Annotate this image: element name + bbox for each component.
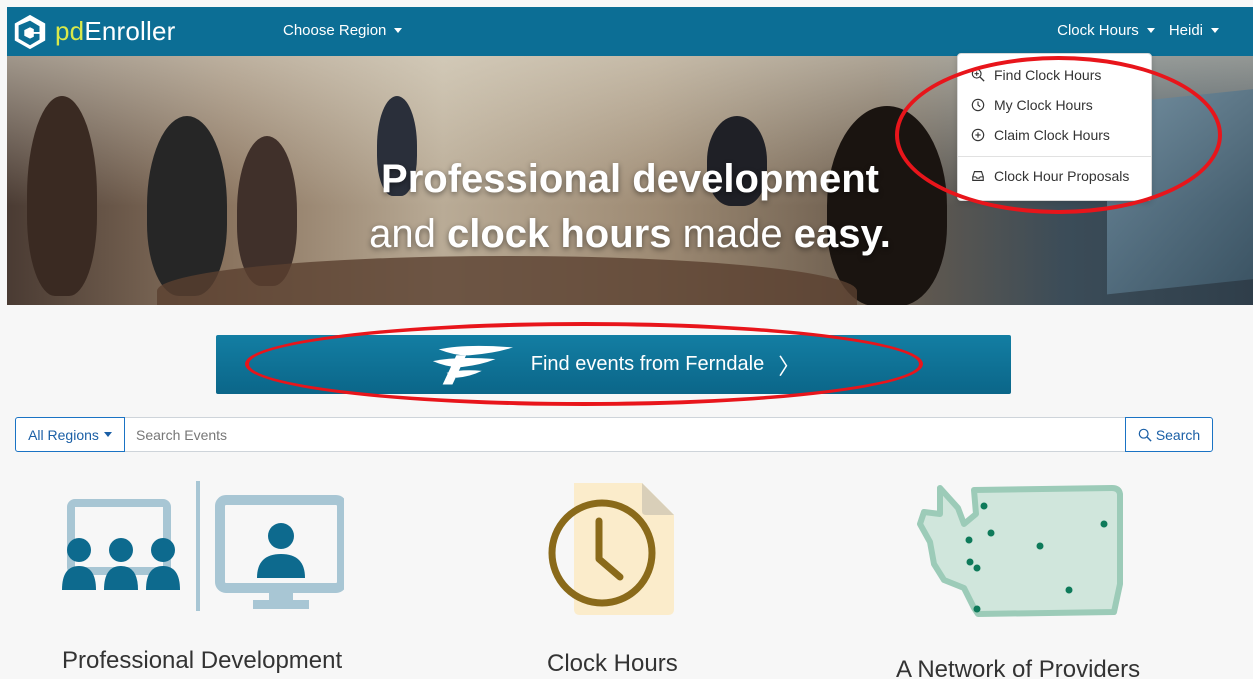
find-events-button[interactable]: Find events from Ferndale 〉 (216, 335, 1011, 394)
chevron-right-icon: 〉 (778, 353, 801, 379)
brand[interactable]: pdEnroller (11, 13, 176, 51)
clock-document-icon (548, 483, 674, 615)
dropdown-divider (958, 156, 1151, 157)
caret-down-icon (103, 432, 112, 437)
classroom-icon (62, 481, 344, 611)
clock-hours-menu[interactable]: Clock Hours (1057, 22, 1155, 39)
plus-circle-icon (971, 128, 985, 142)
page: Professional development and clock hours… (0, 0, 1253, 679)
menu-item-find-clock-hours[interactable]: Find Clock Hours (958, 60, 1151, 90)
feature-professional-development: Professional Development (62, 647, 343, 674)
user-menu[interactable]: Heidi (1169, 22, 1219, 39)
feature-network-of-providers: A Network of Providers (896, 656, 1141, 679)
menu-item-clock-hour-proposals[interactable]: Clock Hour Proposals (958, 161, 1151, 191)
washington-map-icon (917, 485, 1123, 617)
clock-hours-dropdown: Find Clock Hours My Clock Hours Claim Cl… (957, 53, 1152, 201)
pdenroller-logo-icon (14, 14, 46, 49)
hero-subtitle: and clock hours made easy. (369, 212, 891, 256)
search-icon (1138, 428, 1152, 442)
user-name: Heidi (1168, 22, 1203, 39)
find-events-label: Find events from Ferndale (530, 353, 765, 375)
ferndale-logo-icon (432, 345, 513, 385)
nav-right: Clock Hours Heidi (1043, 22, 1219, 39)
zoom-in-icon (971, 68, 985, 82)
choose-region-dropdown[interactable]: Choose Region (283, 22, 403, 39)
menu-item-claim-clock-hours[interactable]: Claim Clock Hours (958, 120, 1151, 150)
caret-down-icon (394, 28, 403, 33)
search-bar: All Regions Search (15, 417, 1213, 452)
choose-region-label: Choose Region (283, 22, 387, 39)
inbox-icon (972, 171, 984, 181)
search-input[interactable] (125, 417, 1125, 452)
all-regions-dropdown[interactable]: All Regions (15, 417, 125, 452)
navbar: pdEnroller Choose Region Clock Hours Hei… (7, 7, 1253, 56)
menu-item-my-clock-hours[interactable]: My Clock Hours (958, 90, 1151, 120)
feature-clock-hours: Clock Hours (547, 650, 678, 677)
brand-name: pdEnroller (55, 16, 176, 46)
clock-hours-label: Clock Hours (1057, 22, 1139, 39)
caret-down-icon (1146, 28, 1155, 33)
caret-down-icon (1211, 28, 1219, 33)
clock-icon (971, 98, 985, 112)
search-button[interactable]: Search (1125, 417, 1213, 452)
